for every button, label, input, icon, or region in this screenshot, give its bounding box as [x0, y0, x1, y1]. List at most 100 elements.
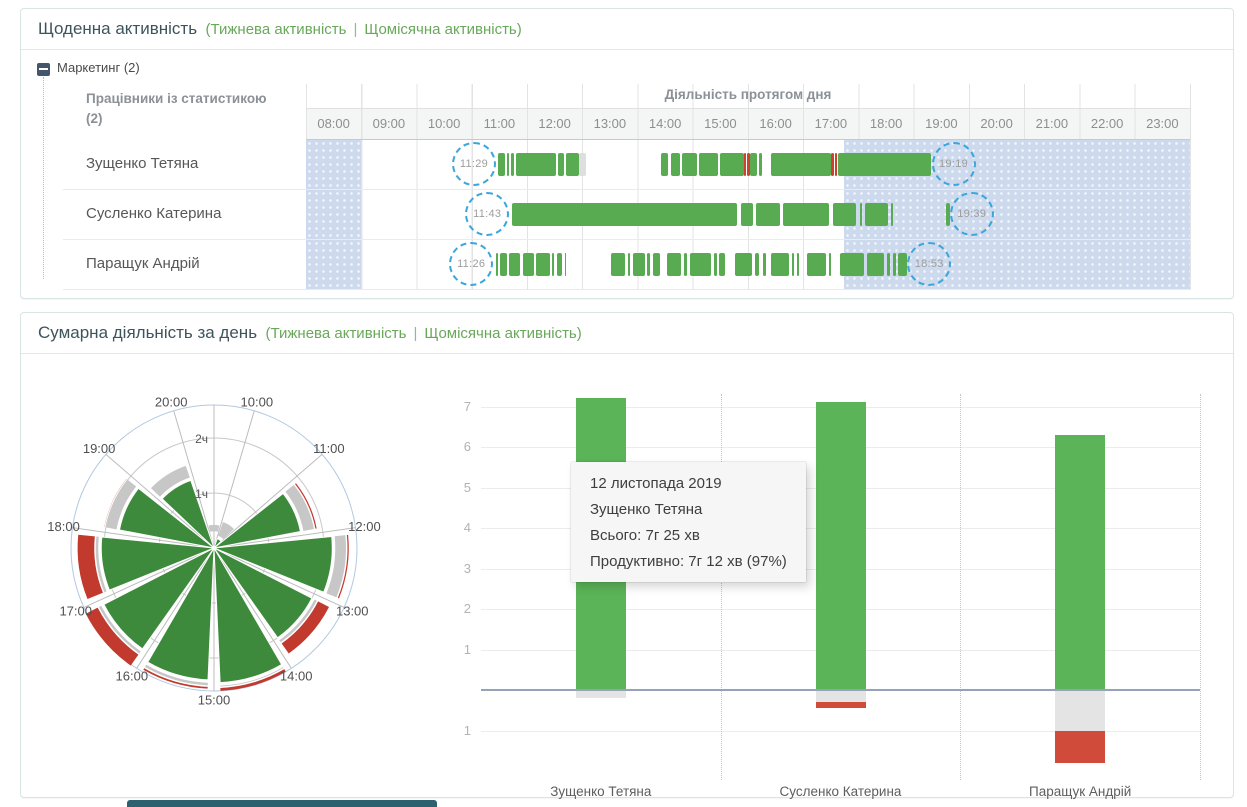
- bar-productive[interactable]: [816, 402, 866, 690]
- activity-segment-productive[interactable]: [741, 203, 753, 226]
- activity-segment-productive[interactable]: [860, 203, 862, 226]
- activity-segment-productive[interactable]: [833, 203, 856, 226]
- activity-segment-productive[interactable]: [690, 253, 711, 276]
- activity-segment-unproductive[interactable]: [831, 153, 833, 176]
- activity-segment-productive[interactable]: [661, 153, 669, 176]
- activity-segment-productive[interactable]: [509, 253, 520, 276]
- activity-segment-productive[interactable]: [500, 253, 507, 276]
- activity-segment-productive[interactable]: [771, 253, 789, 276]
- activity-segment-productive[interactable]: [893, 253, 896, 276]
- activity-segment-productive[interactable]: [867, 253, 884, 276]
- activity-segment-productive[interactable]: [838, 153, 932, 176]
- collapse-group-icon[interactable]: [37, 63, 50, 76]
- employees-header: Працівники із статистикою (2): [63, 84, 306, 140]
- activity-segment-productive[interactable]: [763, 253, 766, 276]
- monthly-activity-link[interactable]: Щомісячна активність: [424, 325, 576, 342]
- activity-segment-productive[interactable]: [633, 253, 645, 276]
- activity-segment-productive[interactable]: [840, 253, 864, 276]
- activity-segment-productive[interactable]: [653, 253, 660, 276]
- activity-segment-productive[interactable]: [682, 153, 696, 176]
- employee-name: Сусленко Катерина: [63, 190, 306, 239]
- activity-segment-productive[interactable]: [759, 153, 762, 176]
- activity-segment-productive[interactable]: [667, 253, 681, 276]
- weekly-activity-link[interactable]: Тижнева активність: [211, 21, 347, 38]
- activity-segment-productive[interactable]: [735, 253, 753, 276]
- activity-segment-productive[interactable]: [507, 153, 510, 176]
- activity-segment-productive[interactable]: [797, 253, 800, 276]
- tooltip-productive: Продуктивно: 7г 12 хв (97%): [590, 549, 787, 575]
- day-activity-header: Діяльність протягом дня: [306, 84, 1190, 109]
- activity-segment-productive[interactable]: [536, 253, 550, 276]
- next-section-edge: [127, 800, 437, 807]
- activity-segment-productive[interactable]: [887, 253, 890, 276]
- activity-segment-productive[interactable]: [719, 253, 725, 276]
- ring-scale-label: 1ч: [195, 487, 208, 501]
- hour-label: 14:00: [638, 109, 693, 139]
- bar-productive[interactable]: [1055, 435, 1105, 690]
- activity-segment-productive[interactable]: [647, 253, 650, 276]
- activity-segment-productive[interactable]: [566, 153, 579, 176]
- monthly-activity-link[interactable]: Щомісячна активність: [364, 21, 516, 38]
- category-label: Сусленко Катерина: [731, 784, 951, 799]
- tooltip-employee: Зущенко Тетяна: [590, 497, 787, 523]
- activity-segment-productive[interactable]: [699, 153, 718, 176]
- activity-segment-productive[interactable]: [557, 253, 563, 276]
- category-separator: [721, 394, 722, 780]
- activity-segment-productive[interactable]: [512, 203, 737, 226]
- activity-segment-productive[interactable]: [755, 253, 759, 276]
- y-axis-label: 2: [437, 601, 471, 616]
- weekly-activity-link[interactable]: Тижнева активність: [271, 325, 407, 342]
- tooltip-date: 12 листопада 2019: [590, 471, 787, 497]
- activity-segment-productive[interactable]: [783, 203, 829, 226]
- gantt-row: Паращук Андрій11:2618:53: [63, 240, 1191, 290]
- activity-segment-productive[interactable]: [611, 253, 625, 276]
- activity-segment-productive[interactable]: [552, 253, 554, 276]
- polar-hour-label: 16:00: [116, 668, 149, 683]
- activity-segment-productive[interactable]: [792, 253, 795, 276]
- bar-neutral[interactable]: [576, 690, 626, 698]
- activity-segment-idle[interactable]: [579, 153, 585, 176]
- y-axis-label: 1: [437, 723, 471, 738]
- activity-track[interactable]: 11:2919:19: [306, 140, 1191, 189]
- category-separator: [960, 394, 961, 780]
- activity-segment-productive[interactable]: [898, 253, 907, 276]
- panel-header: Щоденна активність (Тижнева активність|Щ…: [21, 9, 1233, 50]
- polar-hour-label: 10:00: [241, 395, 274, 410]
- activity-segment-productive[interactable]: [891, 203, 893, 226]
- polar-sector-productive[interactable]: [214, 493, 300, 548]
- off-hours-shade: [306, 240, 361, 289]
- end-time-marker: 18:53: [907, 242, 951, 286]
- activity-segment-productive[interactable]: [756, 203, 780, 226]
- activity-segment-productive[interactable]: [750, 153, 757, 176]
- hour-label: 12:00: [527, 109, 582, 139]
- polar-activity-clock[interactable]: 10:0011:0012:0013:0014:0015:0016:0017:00…: [0, 373, 427, 723]
- bar-neutral[interactable]: [816, 690, 866, 702]
- activity-segment-productive[interactable]: [498, 153, 505, 176]
- y-axis-label: 4: [437, 520, 471, 535]
- activity-segment-productive[interactable]: [714, 253, 717, 276]
- activity-segment-productive[interactable]: [516, 153, 556, 176]
- activity-segment-unproductive[interactable]: [744, 153, 746, 176]
- activity-segment-productive[interactable]: [565, 253, 567, 276]
- activity-segment-productive[interactable]: [829, 253, 832, 276]
- activity-segment-productive[interactable]: [558, 153, 564, 176]
- polar-sector-neutral[interactable]: [209, 525, 220, 532]
- link-separator: |: [346, 21, 364, 38]
- activity-segment-productive[interactable]: [771, 153, 831, 176]
- activity-segment-productive[interactable]: [523, 253, 534, 276]
- bar-unproductive[interactable]: [1055, 731, 1105, 763]
- activity-segment-productive[interactable]: [671, 153, 680, 176]
- activity-segment-productive[interactable]: [628, 253, 630, 276]
- activity-links: (Тижнева активність|Щомісячна активність…: [266, 325, 582, 342]
- activity-segment-productive[interactable]: [684, 253, 687, 276]
- activity-segment-productive[interactable]: [496, 253, 498, 276]
- polar-hour-label: 17:00: [59, 604, 92, 619]
- activity-track[interactable]: 11:2618:53: [306, 240, 1191, 289]
- activity-track[interactable]: 11:4319:39: [306, 190, 1191, 239]
- activity-segment-productive[interactable]: [807, 253, 826, 276]
- activity-segment-productive[interactable]: [865, 203, 888, 226]
- bar-unproductive[interactable]: [816, 702, 866, 708]
- activity-segment-productive[interactable]: [720, 153, 744, 176]
- bar-neutral[interactable]: [1055, 690, 1105, 731]
- activity-segment-productive[interactable]: [511, 153, 514, 176]
